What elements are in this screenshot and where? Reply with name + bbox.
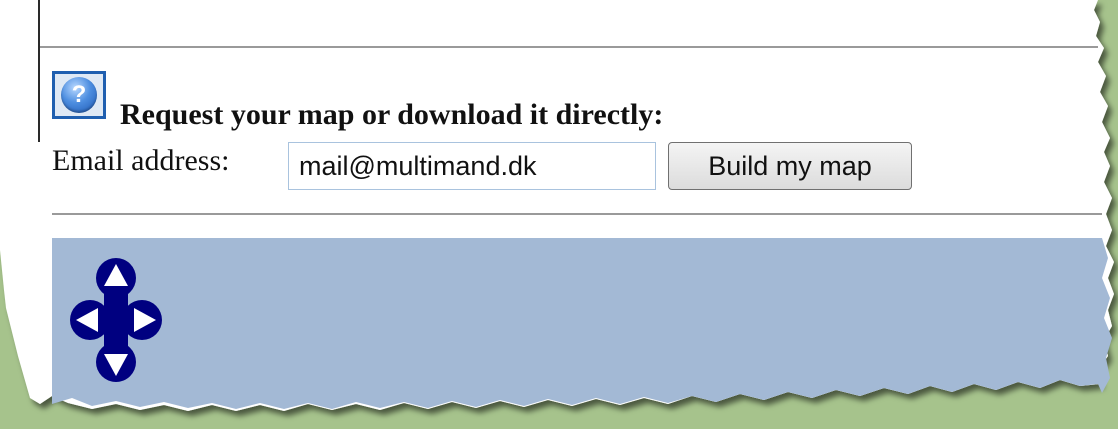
build-my-map-button[interactable]: Build my map [668, 142, 912, 190]
help-question-icon[interactable]: ? [52, 71, 106, 119]
help-glyph: ? [61, 77, 97, 113]
email-address-input[interactable] [288, 142, 656, 190]
divider-top [40, 46, 1098, 48]
map-pan-control [70, 258, 162, 382]
left-border-line [38, 0, 40, 142]
divider-bottom [52, 213, 1102, 215]
request-heading: Request your map or download it directly… [120, 98, 664, 131]
email-address-label: Email address: [52, 144, 230, 177]
screenshot-stage: ? Request your map or download it direct… [0, 0, 1118, 429]
map-area[interactable] [52, 238, 1118, 429]
